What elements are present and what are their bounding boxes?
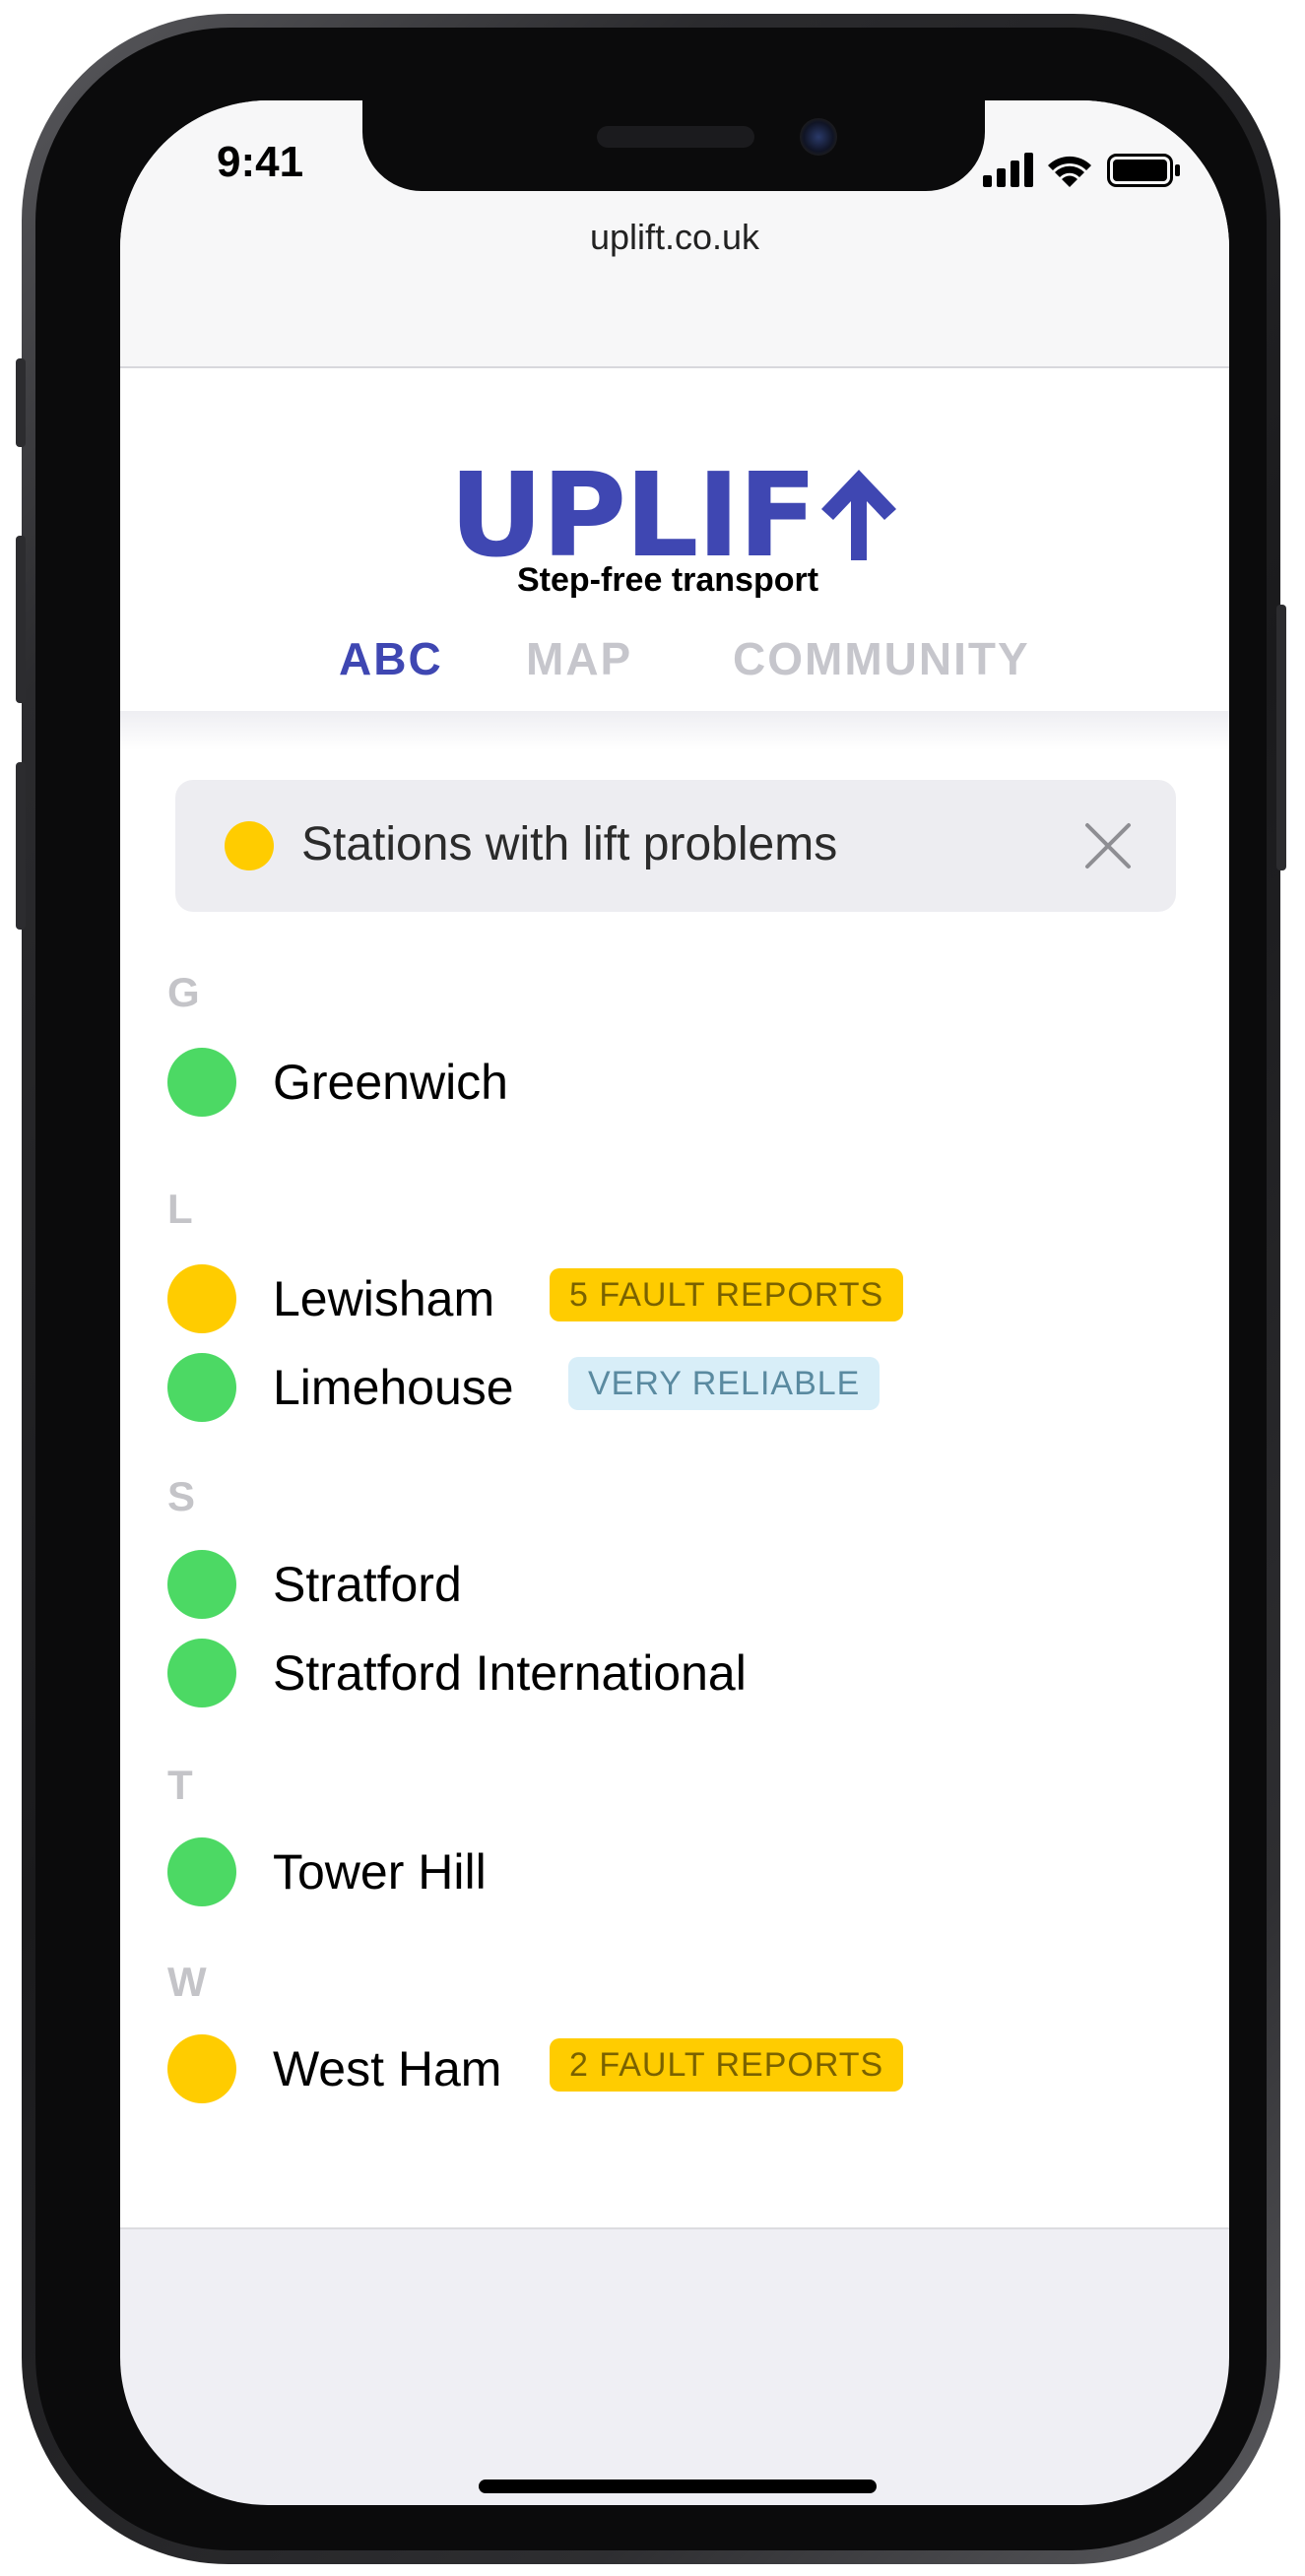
station-name: Stratford: [273, 1557, 462, 1612]
station-name: Tower Hill: [273, 1844, 487, 1900]
close-icon[interactable]: [1081, 819, 1135, 872]
fault-reports-badge: 5 FAULT REPORTS: [550, 1268, 904, 1321]
green-status-dot: [167, 1353, 236, 1422]
section-header-t: T: [167, 1762, 193, 1808]
green-status-dot: [167, 1837, 236, 1906]
station-name: Stratford International: [273, 1645, 747, 1701]
section-header-s: S: [167, 1473, 196, 1519]
fault-reports-badge: 2 FAULT REPORTS: [550, 2038, 904, 2092]
status-bar: 9:41 uplift.co.uk: [120, 100, 1229, 368]
reliability-badge: VERY RELIABLE: [568, 1357, 881, 1410]
tab-community[interactable]: COMMUNITY: [733, 632, 1030, 685]
volume-up-button: [16, 536, 26, 703]
station-name: Limehouse: [273, 1360, 514, 1415]
filter-chip[interactable]: Stations with lift problems: [175, 780, 1176, 912]
status-icons: [983, 153, 1180, 187]
logo-tagline: Step-free transport: [517, 561, 819, 599]
tab-abc[interactable]: ABC: [339, 632, 443, 685]
page-content: UPLIF Step-free transport ABC MAP COMMUN…: [120, 368, 1229, 2229]
green-status-dot: [167, 1550, 236, 1619]
section-header-w: W: [167, 1959, 207, 2005]
battery-icon: [1107, 154, 1180, 187]
station-name: Greenwich: [273, 1055, 508, 1110]
tabs-divider-shadow: [120, 711, 1229, 750]
section-header-g: G: [167, 969, 200, 1015]
station-name: West Ham: [273, 2041, 502, 2096]
status-time: 9:41: [217, 138, 304, 186]
green-status-dot: [167, 1048, 236, 1117]
nav-tabs: ABC MAP COMMUNITY: [120, 632, 1229, 691]
phone-frame: 9:41 uplift.co.uk UPLIF Step-free transp…: [16, 14, 1286, 2564]
speaker-grille: [597, 126, 754, 148]
front-camera: [800, 118, 837, 156]
filter-label: Stations with lift problems: [301, 818, 838, 870]
tab-map[interactable]: MAP: [526, 632, 632, 685]
station-name: Lewisham: [273, 1271, 495, 1326]
yellow-status-dot: [225, 821, 274, 870]
yellow-status-dot: [167, 1264, 236, 1333]
address-bar-url[interactable]: uplift.co.uk: [120, 217, 1229, 258]
mute-switch: [16, 358, 26, 447]
home-indicator[interactable]: [479, 2479, 877, 2493]
section-header-l: L: [167, 1186, 193, 1232]
yellow-status-dot: [167, 2034, 236, 2103]
volume-down-button: [16, 762, 26, 930]
notch: [362, 100, 985, 191]
power-button: [1276, 605, 1286, 870]
up-arrow-icon: [821, 470, 896, 560]
cellular-signal-icon: [983, 153, 1033, 187]
phone-screen: 9:41 uplift.co.uk UPLIF Step-free transp…: [120, 100, 1229, 2505]
wifi-icon: [1048, 156, 1091, 187]
green-status-dot: [167, 1639, 236, 1707]
